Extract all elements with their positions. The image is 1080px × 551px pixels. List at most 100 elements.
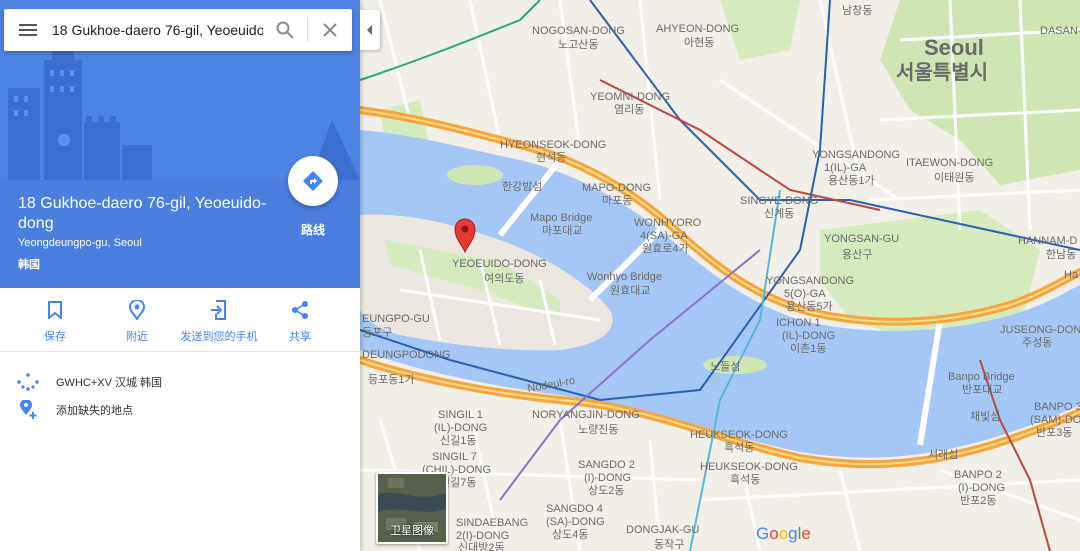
plus-code-text: GWHC+XV 汉城 韩国 (56, 377, 163, 389)
district-label: 여의도동 (484, 272, 524, 285)
district-label: (IL)-DONG (782, 330, 835, 342)
search-icon (276, 21, 294, 39)
district-label: 반포3동 (1036, 426, 1072, 439)
city-label-en: Seoul (924, 35, 984, 60)
district-label: BANPO 2 (954, 469, 1002, 481)
district-label: YONGSANDONG (812, 149, 900, 161)
plus-code-icon (17, 373, 39, 391)
district-label: SINGYE-DONG (740, 195, 818, 207)
district-label: 이촌1동 (790, 342, 826, 355)
district-label: SINGIL 7 (432, 451, 477, 463)
share-button[interactable]: 共享 (276, 298, 324, 344)
district-label: MAPO-DONG (582, 182, 651, 194)
menu-button[interactable] (4, 9, 52, 51)
district-label: SANGDO 4 (546, 503, 603, 515)
app-root: Seoul 서울특별시 NOGOSAN-DONG 노고산동 AHYEON-DON… (0, 0, 1080, 551)
search-input[interactable] (52, 10, 263, 50)
collapse-panel-button[interactable] (360, 10, 380, 50)
close-icon (323, 23, 337, 37)
send-to-phone-button[interactable]: 发送到您的手机 (176, 298, 262, 344)
district-label: 신계동 (764, 207, 794, 220)
district-label: ITAEWON-DONG (906, 157, 993, 169)
search-box (4, 9, 352, 51)
district-label: (I)-DONG (958, 482, 1005, 494)
send-to-phone-label: 发送到您的手机 (180, 331, 258, 343)
district-label: NORYANGJIN-DONG (532, 409, 640, 421)
district-label: 상도4동 (552, 528, 588, 541)
chevron-left-icon (367, 25, 372, 35)
district-label: 이태원동 (934, 171, 974, 184)
district-label: YONGSANDONG (766, 275, 854, 287)
district-label: DEUNGPODONG (362, 349, 451, 361)
bridge-label: Banpo Bridge (948, 371, 1015, 383)
district-label: 반포2동 (960, 494, 996, 507)
district-label: 1(IL)-GA (824, 162, 867, 174)
district-label: ICHON 1 (776, 317, 821, 329)
bridge-label: 원효대교 (610, 284, 650, 297)
district-label: (I)-DONG (584, 472, 631, 484)
google-logo: Google (756, 524, 811, 543)
district-label: 등포동1가 (368, 373, 415, 386)
district-label: 마포동 (602, 194, 632, 207)
place-subtitle: Yeongdeungpo-gu, Seoul (18, 237, 142, 249)
island-label: 한강밤섬 (502, 180, 542, 193)
district-label: EUNGPO-GU (362, 313, 430, 325)
district-label: HANNAM-D (1018, 235, 1077, 247)
place-country: 韩国 (18, 259, 40, 271)
side-panel: 18 Gukhoe-daero 76-gil, Yeoeuido-dong Ye… (0, 0, 360, 551)
bridge-label: Wonhyo Bridge (587, 271, 662, 283)
district-label: 동작구 (654, 538, 684, 551)
district-label: WONHYORO (634, 217, 702, 229)
district-label: YEOEUIDO-DONG (452, 258, 547, 270)
district-label: HYEONSEOK-DONG (500, 139, 606, 151)
bridge-label: 반포대교 (962, 383, 1002, 396)
directions-icon (303, 171, 323, 191)
district-label: 2(I)-DONG (456, 530, 509, 542)
bridge-label: Mapo Bridge (530, 212, 592, 224)
place-title: 18 Gukhoe-daero 76-gil, Yeoeuido-dong (18, 195, 267, 232)
district-label: Ha (1064, 269, 1079, 281)
clear-search-button[interactable] (308, 9, 352, 51)
district-label: 흑석동 (724, 440, 754, 454)
district-label: BANPO 3 (1034, 401, 1080, 413)
district-label: DASAN- (1040, 25, 1080, 37)
district-label: SINGIL 1 (438, 409, 483, 421)
directions-button[interactable] (288, 156, 338, 206)
district-label: 용산동5가 (786, 300, 833, 313)
save-button[interactable]: 保存 (31, 298, 79, 344)
save-label: 保存 (44, 331, 66, 343)
island-label: 서래섬 (928, 448, 958, 461)
nearby-pin-icon (128, 300, 146, 320)
search-button[interactable] (263, 9, 307, 51)
nearby-button[interactable]: 附近 (113, 298, 161, 344)
district-label: (SA)-DONG (546, 516, 605, 528)
nearby-label: 附近 (126, 331, 148, 343)
hamburger-icon (19, 24, 37, 36)
district-label: DONGJAK-GU (626, 524, 699, 536)
district-label: 현석동 (536, 151, 566, 164)
district-label: 남창동 (842, 4, 872, 17)
action-bar: 保存 附近 发送到您的手机 共享 (0, 288, 360, 352)
district-label: HEUKSEOK-DONG (700, 461, 798, 473)
district-label: NOGOSAN-DONG (532, 25, 625, 37)
district-label: 용산동1가 (828, 174, 875, 187)
share-icon (292, 301, 308, 319)
district-label: YEOMNI-DONG (590, 91, 670, 103)
district-label: 노고산동 (558, 38, 598, 51)
district-label: 신길1동 (440, 434, 476, 447)
bridge-label: 마포대교 (542, 224, 582, 237)
district-label: 5(O)-GA (784, 288, 826, 300)
district-label: 노량진동 (578, 423, 618, 436)
satellite-toggle[interactable]: 卫星图像 (376, 472, 448, 544)
district-label: 등포구 (362, 326, 392, 339)
district-label: SANGDO 2 (578, 459, 635, 471)
district-label: 주성동 (1022, 336, 1052, 349)
district-label: SINDAEBANG (456, 517, 528, 529)
district-label: YONGSAN-GU (824, 233, 899, 245)
district-label: 4(SA)-GA (640, 230, 688, 242)
add-missing-place-row[interactable]: 添加缺失的地点 (0, 397, 360, 423)
island-label: 노들섬 (710, 360, 740, 373)
plus-code-row[interactable]: GWHC+XV 汉城 韩国 (0, 369, 360, 395)
district-label: 용산구 (842, 248, 872, 261)
district-label: 한남동 (1046, 248, 1076, 261)
